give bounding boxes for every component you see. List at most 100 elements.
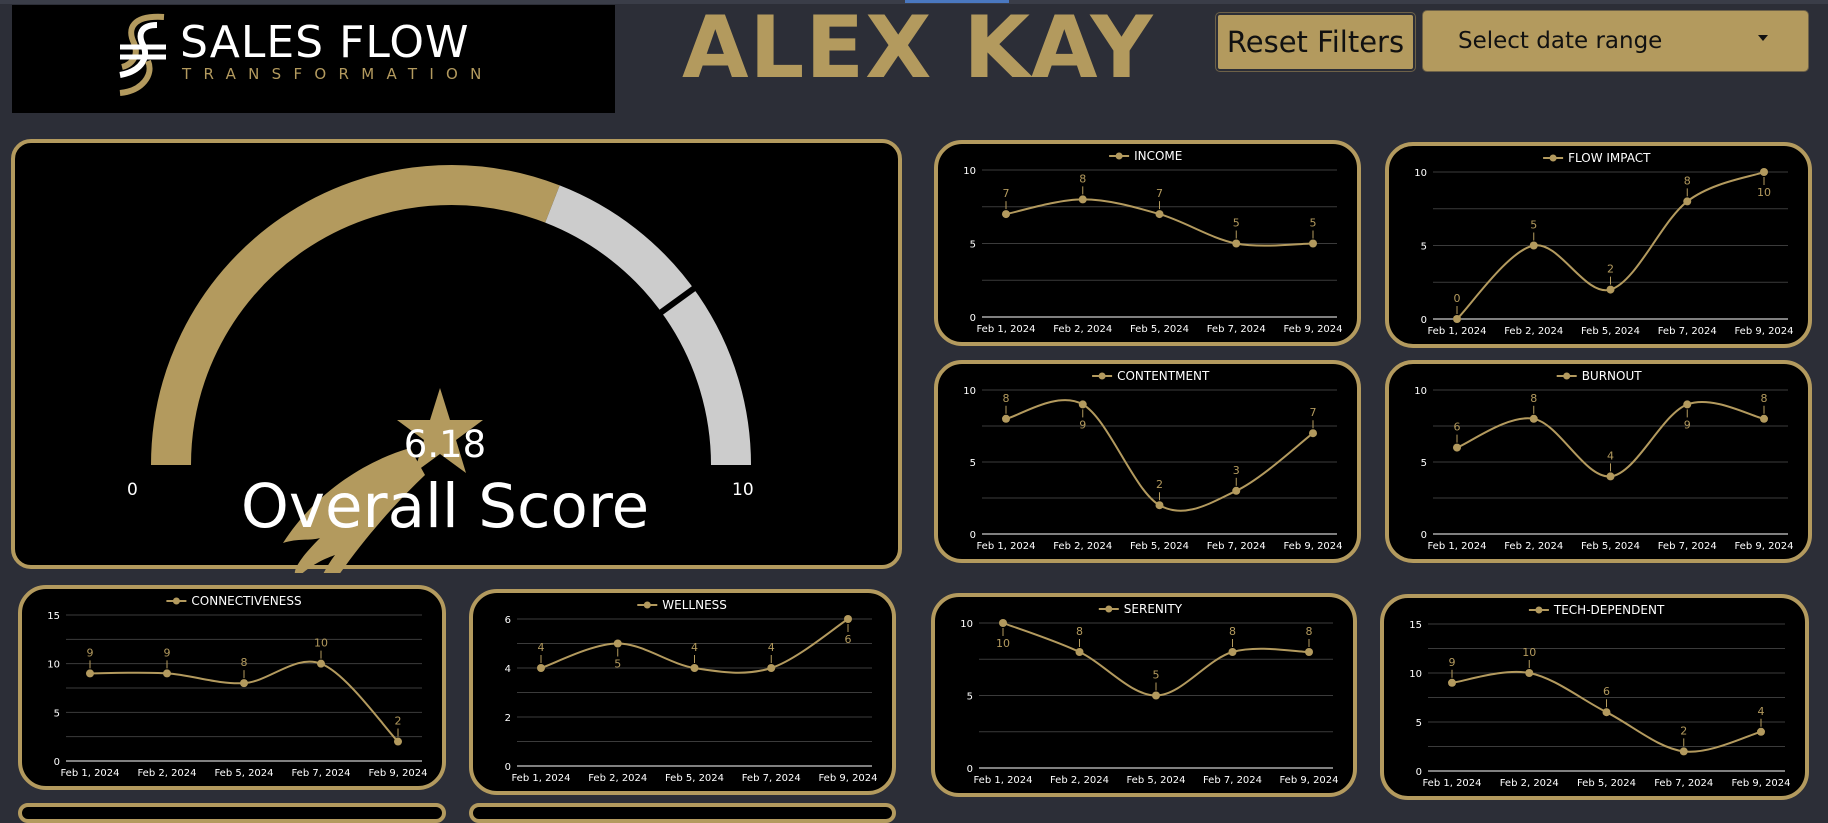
data-point <box>1525 669 1534 677</box>
chart-contentment: CONTENTMENT 0 5 10 Feb 1, 2024 Feb 2, 2024 Feb… <box>934 360 1361 563</box>
y-tick-label: 0 <box>1421 315 1427 326</box>
x-tick-label: Feb 9, 2024 <box>1283 324 1342 335</box>
data-point <box>1305 648 1313 656</box>
data-point <box>1232 239 1241 248</box>
data-label: 0 <box>1454 292 1461 305</box>
x-tick-label: Feb 7, 2024 <box>1203 775 1262 786</box>
x-tick-label: Feb 5, 2024 <box>1130 541 1189 552</box>
x-tick-label: Feb 7, 2024 <box>742 773 801 784</box>
x-tick-label: Feb 5, 2024 <box>1126 775 1185 786</box>
y-tick-label: 15 <box>47 611 60 622</box>
y-tick-label: 10 <box>1414 168 1427 179</box>
data-label: 8 <box>241 656 248 669</box>
data-label: 8 <box>1530 392 1537 405</box>
chart-serenity: SERENITY 0 5 10 Feb 1, 2024 Feb 2, 2024 Feb 5,… <box>931 593 1357 797</box>
x-tick-label: Feb 7, 2024 <box>1207 541 1266 552</box>
data-label: 8 <box>1306 625 1313 638</box>
data-point <box>999 619 1007 627</box>
data-point <box>86 669 94 678</box>
y-tick-label: 0 <box>1421 530 1427 541</box>
data-point <box>1309 239 1317 248</box>
data-label: 5 <box>1310 217 1317 230</box>
data-point <box>1155 501 1164 510</box>
legend-marker <box>1563 372 1571 380</box>
data-label: 9 <box>1079 418 1086 431</box>
data-point <box>1606 472 1615 481</box>
data-point <box>1152 691 1160 700</box>
x-tick-label: Feb 2, 2024 <box>588 773 647 784</box>
y-tick-label: 4 <box>505 664 511 675</box>
line-chart-svg: INCOME 0 5 10 Feb 1, 2024 Feb 2, 2024 Feb 5, 2… <box>963 149 1342 335</box>
line-chart-svg: CONTENTMENT 0 5 10 Feb 1, 2024 Feb 2, 2024 Feb… <box>963 369 1342 552</box>
data-label: 10 <box>1757 186 1771 199</box>
y-tick-label: 0 <box>1416 767 1422 778</box>
data-point <box>767 664 776 672</box>
data-label: 7 <box>1310 406 1317 419</box>
y-tick-label: 10 <box>1414 386 1427 397</box>
data-label: 9 <box>164 646 171 659</box>
chart-title: FLOW IMPACT <box>1568 151 1651 165</box>
data-label: 10 <box>996 637 1010 650</box>
data-label: 8 <box>1229 625 1236 638</box>
data-label: 5 <box>614 658 621 671</box>
y-tick-label: 2 <box>505 713 511 724</box>
x-tick-label: Feb 1, 2024 <box>511 773 570 784</box>
person-name: ALEX KAY <box>682 0 1154 98</box>
line-chart-svg: CONNECTIVENESS 0 5 10 15 Feb 1, 2024 Feb 2, 20… <box>47 594 427 779</box>
data-label: 4 <box>1758 705 1765 718</box>
data-label: 4 <box>691 641 698 654</box>
date-range-select[interactable]: Select date range <box>1423 11 1808 71</box>
legend-marker <box>1535 606 1543 614</box>
logo-mark-icon <box>119 13 166 96</box>
chart-title: INCOME <box>1134 149 1182 163</box>
gauge-value: 6.18 <box>403 423 487 466</box>
reset-filters-button[interactable]: Reset Filters <box>1216 13 1415 71</box>
data-label: 2 <box>1607 263 1614 276</box>
data-point <box>1002 414 1010 423</box>
y-tick-label: 5 <box>54 708 60 719</box>
data-label: 9 <box>87 646 94 659</box>
y-tick-label: 5 <box>1416 718 1422 729</box>
y-tick-label: 10 <box>963 386 976 397</box>
legend-marker <box>1115 152 1123 160</box>
panel-below-peek <box>469 803 896 823</box>
x-tick-label: Feb 2, 2024 <box>1050 775 1109 786</box>
line-chart-svg: TECH-DEPENDENT 0 5 10 15 Feb 1, 2024 Feb 2, 20… <box>1409 603 1790 789</box>
data-label: 7 <box>1003 187 1010 200</box>
line-chart-svg: FLOW IMPACT 0 5 10 Feb 1, 2024 Feb 2, 2024 Feb… <box>1414 151 1793 337</box>
x-tick-label: Feb 5, 2024 <box>214 768 273 779</box>
overall-score-gauge: 6.18 Overall Score 0 10 <box>11 139 902 573</box>
data-point <box>1448 678 1456 687</box>
x-tick-label: Feb 5, 2024 <box>1130 324 1189 335</box>
data-point <box>394 737 402 746</box>
data-label: 9 <box>1684 418 1691 431</box>
x-tick-label: Feb 2, 2024 <box>1500 778 1559 789</box>
data-point <box>1453 315 1461 323</box>
x-tick-label: Feb 7, 2024 <box>1658 326 1717 337</box>
x-tick-label: Feb 9, 2024 <box>368 768 427 779</box>
x-tick-label: Feb 7, 2024 <box>1654 778 1713 789</box>
data-label: 8 <box>1684 174 1691 187</box>
data-point <box>1683 197 1692 206</box>
x-tick-label: Feb 2, 2024 <box>1053 324 1112 335</box>
chart-tech-dependent: TECH-DEPENDENT 0 5 10 15 Feb 1, 2024 Feb 2, 20… <box>1380 594 1809 800</box>
line-chart-svg: SERENITY 0 5 10 Feb 1, 2024 Feb 2, 2024 Feb 5,… <box>960 602 1338 786</box>
data-label: 4 <box>1607 449 1614 462</box>
x-tick-label: Feb 7, 2024 <box>291 768 350 779</box>
y-tick-label: 5 <box>1421 458 1427 469</box>
legend-marker <box>643 601 651 609</box>
y-tick-label: 0 <box>505 762 511 773</box>
y-tick-label: 0 <box>970 530 976 541</box>
legend-marker <box>172 597 180 605</box>
data-label: 6 <box>845 633 852 646</box>
y-tick-label: 5 <box>967 692 973 703</box>
data-point <box>1529 241 1538 250</box>
y-tick-label: 10 <box>963 166 976 177</box>
x-tick-label: Feb 9, 2024 <box>1279 775 1338 786</box>
chart-title: SERENITY <box>1124 602 1183 616</box>
data-label: 2 <box>1156 478 1163 491</box>
x-tick-label: Feb 7, 2024 <box>1207 324 1266 335</box>
data-label: 5 <box>1530 219 1537 232</box>
chart-title: WELLNESS <box>662 598 727 612</box>
data-point <box>1075 648 1084 656</box>
